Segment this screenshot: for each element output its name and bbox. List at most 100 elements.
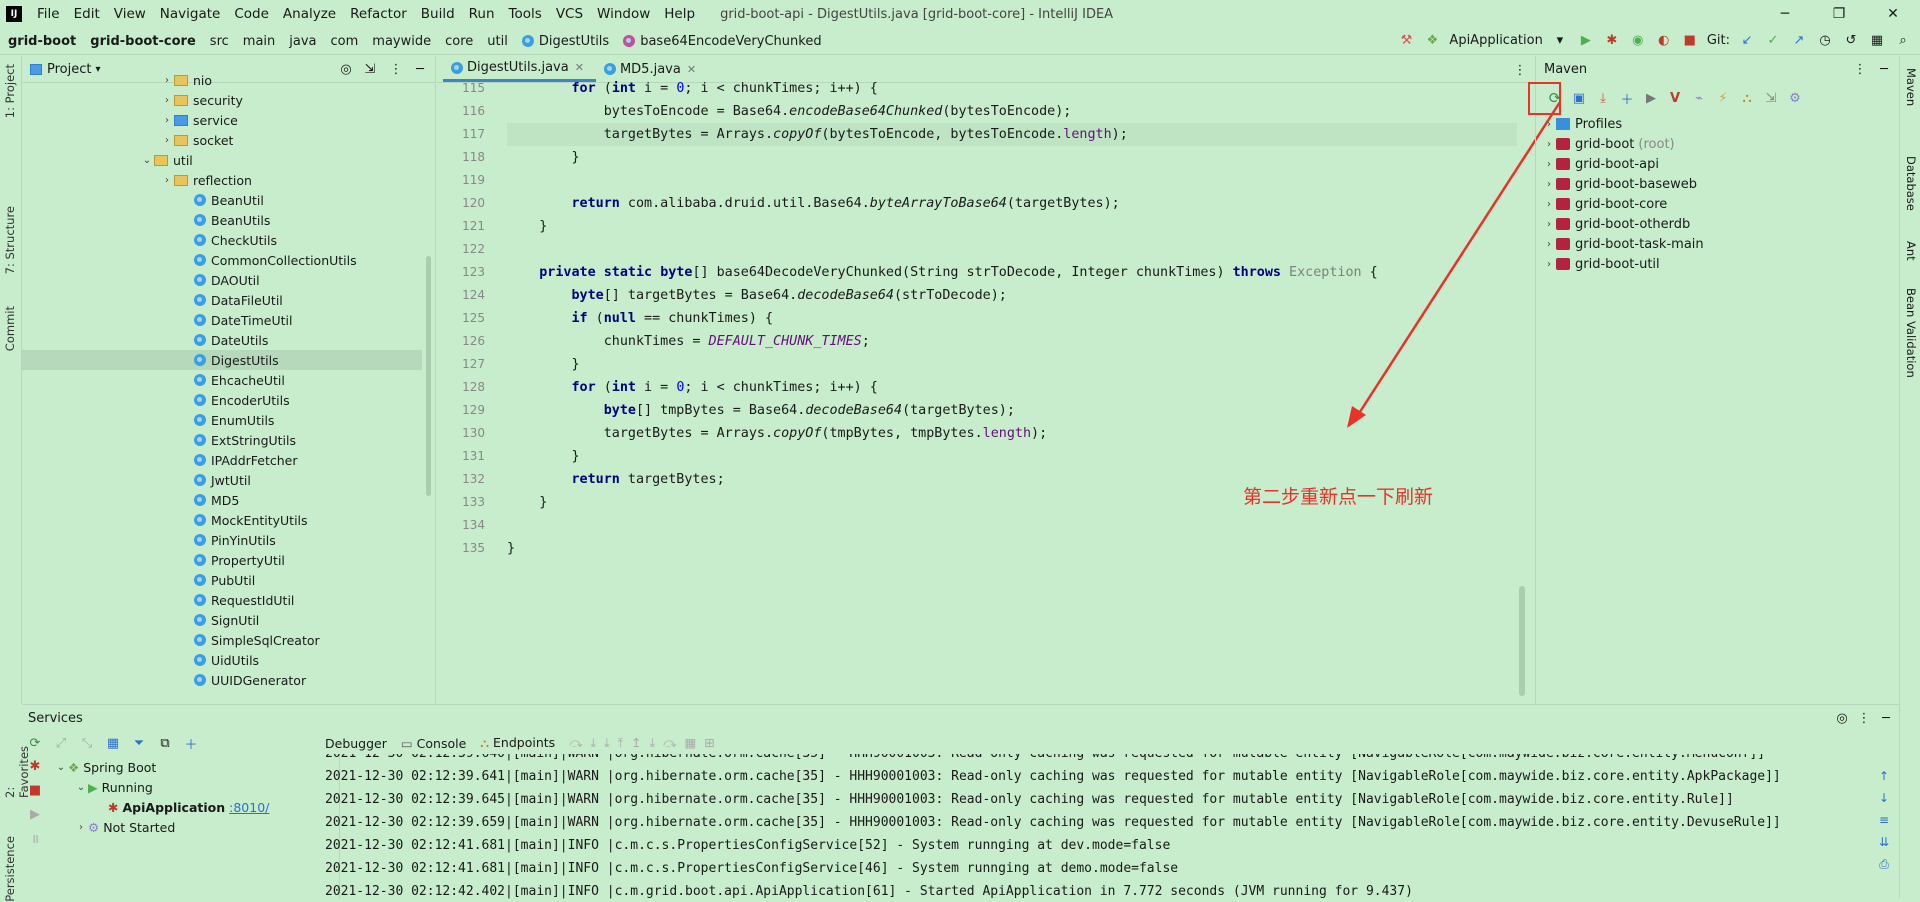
root-suffix: (root) xyxy=(1638,136,1675,152)
refresh-icon[interactable]: ⟳ xyxy=(26,734,44,752)
log-line: 2021-12-30 02:12:39.640|[main]|WARN |org… xyxy=(325,754,1765,765)
log-line: 2021-12-30 02:12:39.641|[main]|WARN |org… xyxy=(325,769,1781,784)
maven-panel: Maven ⋮ ─ ⟳ ▣ ⤓ ＋ ▶ V ⌁ ⚡ ⛬ ⇲ ⚙ › Profile… xyxy=(1535,56,1899,704)
tree-running[interactable]: ⌄ ▶ Running xyxy=(74,777,153,797)
maven-item-label: grid-boot-util xyxy=(1575,256,1660,272)
maven-tree-item[interactable]: › Profiles xyxy=(1542,114,1622,134)
run-maven-build-icon[interactable]: ▶ xyxy=(1642,89,1660,107)
debug-step-icons: ⤼⤓⤓⤒↥⤓⤼▦⊞ xyxy=(569,735,723,750)
expand-arrow-icon[interactable]: › xyxy=(1542,139,1556,150)
console-output[interactable]: 2021-12-30 02:12:39.640|[main]|WARN |org… xyxy=(325,754,1885,899)
services-panel: Services ◎ ⋮ ─ ⟳ ⤢ ⤡ ▦ ⏷ ⧉ ＋ ✱ ■ ▶ ॥ ⌄ ❖ S… xyxy=(22,704,1899,899)
hide-panel-icon[interactable]: ─ xyxy=(1877,709,1895,727)
filter-icon[interactable]: ⏷ xyxy=(130,734,148,752)
rerun-icon[interactable]: ▶ xyxy=(26,805,44,823)
tree-spring-boot[interactable]: ⌄ ❖ Spring Boot xyxy=(54,757,157,777)
maven-panel-header: Maven ⋮ ─ xyxy=(1536,56,1899,83)
maven-item-label: Profiles xyxy=(1575,116,1623,132)
services-toolbar: ⟳ ⤢ ⤡ ▦ ⏷ ⧉ ＋ xyxy=(26,732,200,754)
options-icon[interactable]: ⋮ xyxy=(1855,709,1873,727)
log-line: 2021-12-30 02:12:41.681|[main]|INFO |c.m… xyxy=(325,838,1171,853)
tab-console[interactable]: ▭ Console xyxy=(401,736,466,751)
scroll-up-icon[interactable]: ↑ xyxy=(1875,765,1893,787)
services-side-actions: ✱ ■ ▶ ॥ xyxy=(26,757,46,848)
highlight-box xyxy=(1528,82,1561,115)
maven-tree-item[interactable]: › grid-boot-core xyxy=(1542,194,1667,214)
maven-change-stripe xyxy=(1538,176,1546,676)
maven-module-icon xyxy=(1556,158,1570,170)
log-line: 2021-12-30 02:12:41.681|[main]|INFO |c.m… xyxy=(325,861,1179,876)
maven-item-label: grid-boot-api xyxy=(1575,156,1659,172)
collapse-all-icon[interactable]: ⤡ xyxy=(78,734,96,752)
tab-maven[interactable]: Maven xyxy=(1904,68,1918,106)
maven-module-icon xyxy=(1556,218,1570,230)
console-icon: ▭ xyxy=(400,735,417,751)
scroll-to-end-icon[interactable]: ⇊ xyxy=(1875,831,1893,853)
maven-item-label: grid-boot-core xyxy=(1575,196,1668,212)
print-icon[interactable]: ⎙ xyxy=(1875,853,1893,875)
expand-all-icon[interactable]: ⤢ xyxy=(52,734,70,752)
hide-panel-icon[interactable]: ─ xyxy=(1875,61,1893,79)
group-by-icon[interactable]: ▦ xyxy=(104,734,122,752)
execute-goal-icon[interactable]: V xyxy=(1666,89,1684,107)
expand-arrow-icon[interactable]: › xyxy=(1542,119,1556,130)
maven-module-icon xyxy=(1556,238,1570,250)
expand-arrow-icon[interactable]: › xyxy=(1542,159,1556,170)
tab-label: Endpoints xyxy=(493,735,556,750)
show-dependencies-icon[interactable]: ⛬ xyxy=(1738,89,1756,107)
tab-label: Console xyxy=(416,735,467,751)
maven-tree: › Profiles › grid-boot (root) › grid-boot-api ›… xyxy=(1536,114,1900,314)
toggle-offline-icon[interactable]: ⌁ xyxy=(1690,89,1708,107)
soft-wrap-icon[interactable]: ≡ xyxy=(1875,809,1893,831)
pause-icon[interactable]: ॥ xyxy=(26,829,44,847)
maven-tree-item[interactable]: › grid-boot-baseweb xyxy=(1542,174,1697,194)
maven-toolbar: ⟳ ▣ ⤓ ＋ ▶ V ⌁ ⚡ ⛬ ⇲ ⚙ xyxy=(1536,83,1900,113)
console-right-actions: ↑ ↓ ≡ ⇊ ⎙ xyxy=(1875,765,1893,875)
maven-tree-item[interactable]: › grid-boot-task-main xyxy=(1542,234,1704,254)
new-tab-icon[interactable]: ⧉ xyxy=(156,734,174,752)
add-maven-project-icon[interactable]: ▣ xyxy=(1570,89,1588,107)
maven-tree-item[interactable]: › grid-boot-api xyxy=(1542,154,1659,174)
tab-database[interactable]: Database xyxy=(1904,156,1918,211)
options-icon[interactable]: ⋮ xyxy=(1851,61,1869,79)
log-line: 2021-12-30 02:12:39.659|[main]|WARN |org… xyxy=(325,815,1781,830)
maven-panel-title: Maven xyxy=(1544,62,1588,77)
scroll-down-icon[interactable]: ↓ xyxy=(1875,787,1893,809)
maven-module-icon xyxy=(1556,178,1570,190)
log-line: 2021-12-30 02:12:42.402|[main]|INFO |c.m… xyxy=(325,884,1413,899)
stop-icon[interactable]: ■ xyxy=(26,781,44,799)
tab-ant[interactable]: Ant xyxy=(1904,241,1918,261)
console-tabs: Debugger ▭ Console ⛬ Endpoints ⤼⤓⤓⤒↥⤓⤼▦⊞ xyxy=(325,732,723,754)
tree-api-application[interactable]: ✱ ApiApplication:8010/ xyxy=(94,797,269,817)
log-line: 2021-12-30 02:12:39.645|[main]|WARN |org… xyxy=(325,792,1734,807)
skip-tests-icon[interactable]: ⚡ xyxy=(1714,89,1732,107)
maven-item-label: grid-boot xyxy=(1575,136,1635,152)
maven-tree-item[interactable]: › grid-boot-util xyxy=(1542,254,1660,274)
maven-item-label: grid-boot-baseweb xyxy=(1575,176,1697,192)
add-service-icon[interactable]: ＋ xyxy=(182,734,200,753)
tree-label: Running xyxy=(101,779,153,795)
tab-debugger[interactable]: Debugger xyxy=(325,736,387,751)
download-sources-icon[interactable]: ⤓ xyxy=(1594,89,1612,107)
collapse-all-icon[interactable]: ⇲ xyxy=(1762,89,1780,107)
maven-tree-item[interactable]: › grid-boot-otherdb xyxy=(1542,214,1690,234)
profiles-icon xyxy=(1556,118,1570,130)
maven-item-label: grid-boot-otherdb xyxy=(1575,216,1691,232)
tree-label: Spring Boot xyxy=(83,759,157,775)
add-icon[interactable]: ＋ xyxy=(1618,89,1636,108)
services-title: Services xyxy=(28,711,83,726)
endpoints-icon: ⛬ xyxy=(480,735,494,750)
debug-icon[interactable]: ✱ xyxy=(26,757,44,775)
tree-label: ApiApplication xyxy=(122,799,226,815)
tab-bean-validation[interactable]: Bean Validation xyxy=(1904,288,1918,378)
maven-item-label: grid-boot-task-main xyxy=(1575,236,1704,252)
settings-gear-icon[interactable]: ⚙ xyxy=(1786,89,1804,107)
port-link[interactable]: :8010/ xyxy=(229,800,269,815)
tree-not-started[interactable]: › ⚙ Not Started xyxy=(74,817,175,837)
maven-tree-item[interactable]: › grid-boot (root) xyxy=(1542,134,1675,154)
settings-icon[interactable]: ◎ xyxy=(1833,709,1851,727)
maven-module-icon xyxy=(1556,138,1570,150)
tree-label: Not Started xyxy=(103,819,176,835)
tab-endpoints[interactable]: ⛬ Endpoints xyxy=(480,735,555,751)
services-tree: ⌄ ❖ Spring Boot ⌄ ▶ Running ✱ ApiApplication:… xyxy=(50,755,340,899)
